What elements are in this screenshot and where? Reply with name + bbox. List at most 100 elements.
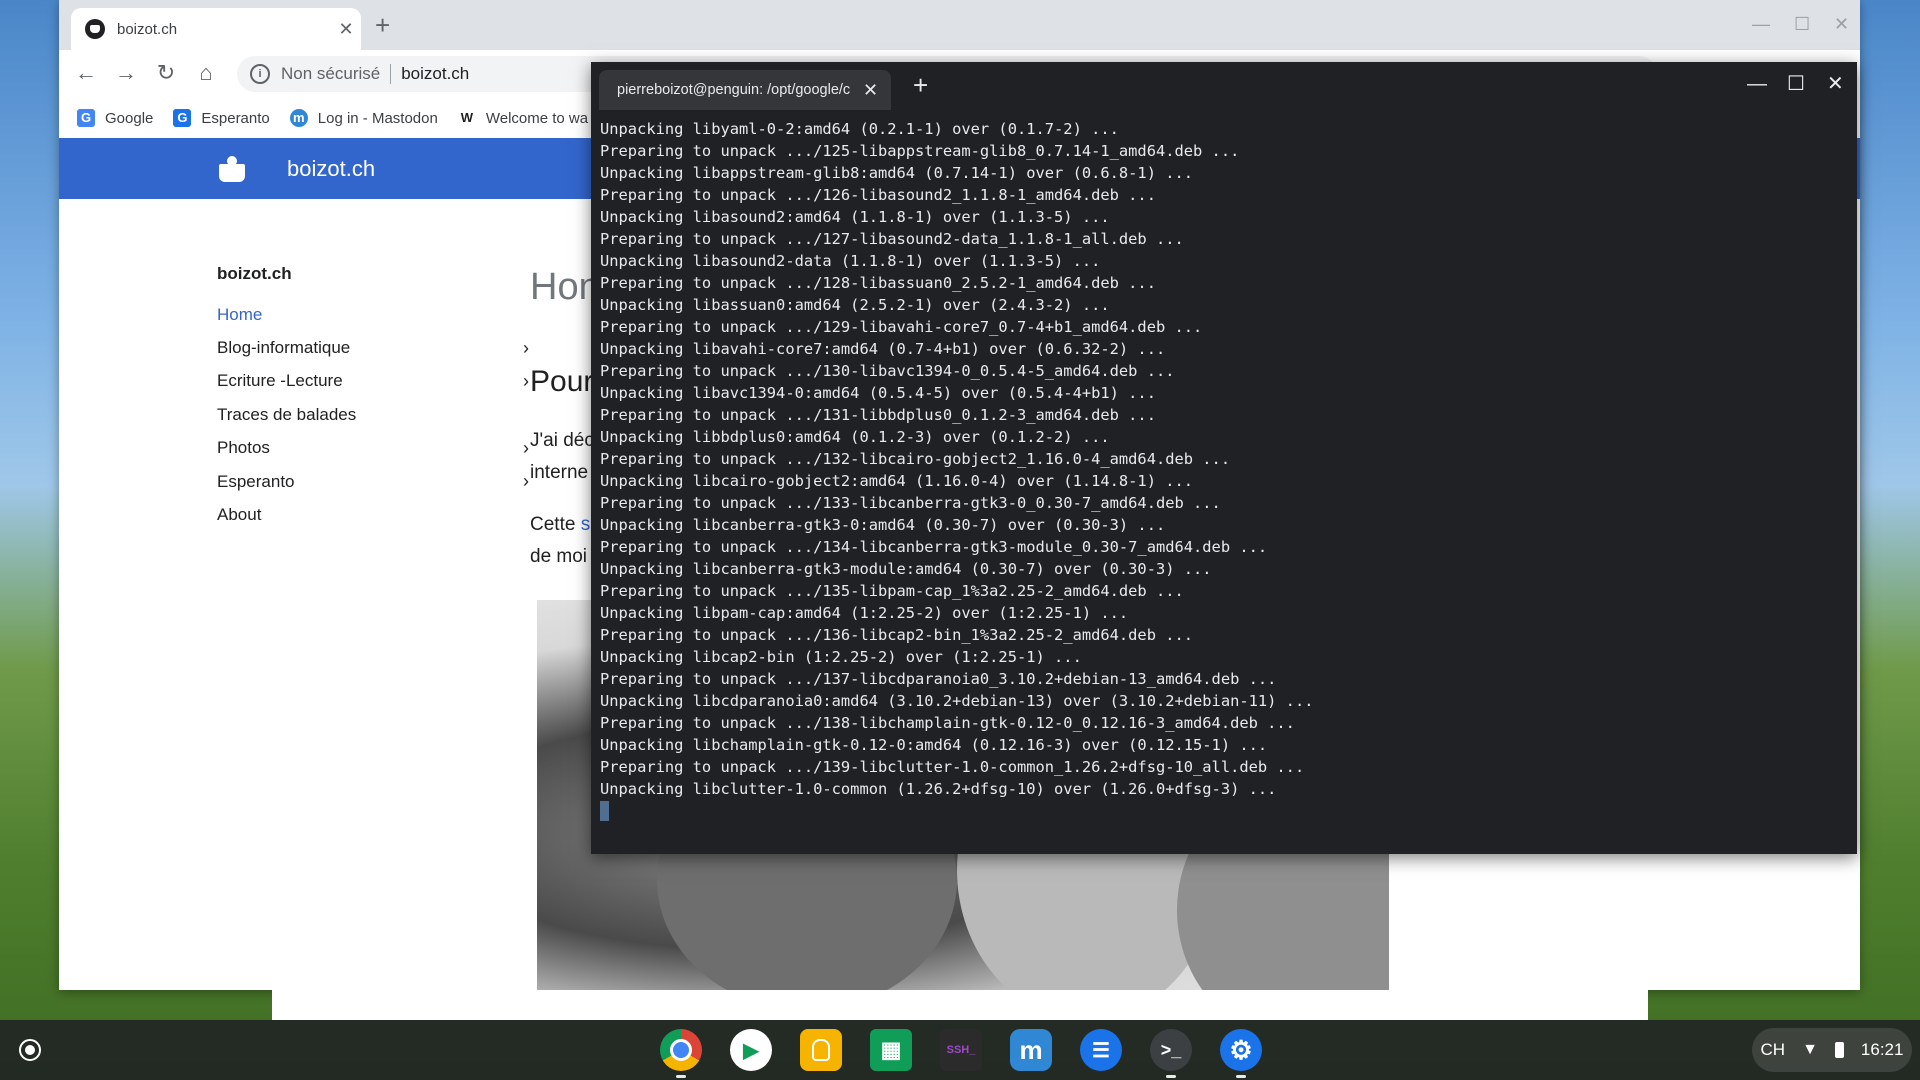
chrome-icon[interactable] [660, 1029, 702, 1078]
mastodon-icon: m [289, 109, 308, 127]
play-store-icon[interactable]: ▶ [730, 1029, 772, 1071]
section-heading: Pour [530, 365, 594, 398]
terminal-line: Preparing to unpack .../132-libcairo-gob… [600, 450, 1231, 468]
paragraph-line: J'ai déc [530, 430, 594, 451]
chrome-center [670, 1039, 692, 1061]
maximize-button[interactable]: ☐ [1794, 14, 1810, 34]
terminal-line: Unpacking libcanberra-gtk3-0:amd64 (0.30… [600, 516, 1166, 534]
bookmark-label: Log in - Mastodon [317, 109, 438, 127]
lightbulb-shape [812, 1039, 830, 1061]
site-logo-icon[interactable] [219, 156, 245, 182]
bookmark-esperanto[interactable]: G Esperanto [173, 109, 270, 127]
terminal-line: Unpacking libyaml-0-2:amd64 (0.2.1-1) ov… [600, 120, 1119, 138]
terminal-line: Unpacking libassuan0:amd64 (2.5.2-1) ove… [600, 296, 1110, 314]
terminal-line: Unpacking libclutter-1.0-common (1.26.2+… [600, 780, 1277, 798]
messages-icon[interactable]: ☰ [1080, 1029, 1122, 1071]
terminal-line: Unpacking libavc1394-0:amd64 (0.5.4-5) o… [600, 384, 1156, 402]
sidebar-item-label: Esperanto [217, 471, 295, 491]
chevron-right-icon[interactable]: › [523, 438, 529, 459]
sidebar-item-about[interactable]: About [217, 498, 537, 531]
forward-button[interactable]: → [111, 60, 141, 86]
url-text[interactable]: boizot.ch [401, 64, 469, 84]
page-title: Hon [530, 266, 600, 308]
launcher-button[interactable] [19, 1039, 41, 1061]
terminal-lines: Unpacking libyaml-0-2:amd64 (0.2.1-1) ov… [600, 118, 1313, 822]
terminal-line: Unpacking libcanberra-gtk3-module:amd64 … [600, 560, 1212, 578]
sidebar-item-traces-de-balades[interactable]: Traces de balades [217, 398, 537, 431]
sidebar-item-home[interactable]: Home [217, 298, 537, 331]
terminal-minimize-button[interactable]: — [1747, 74, 1767, 94]
new-tab-button[interactable]: + [375, 12, 390, 38]
tab-close-icon[interactable]: ✕ [331, 19, 361, 40]
clock: 16:21 [1860, 1040, 1904, 1059]
bookmark-google[interactable]: G Google [77, 109, 153, 127]
sidebar-item-blog-informatique[interactable]: Blog-informatique › [217, 331, 537, 364]
close-icon[interactable]: ✕ [863, 80, 878, 101]
terminal-line: Unpacking libcairo-gobject2:amd64 (1.16.… [600, 472, 1194, 490]
terminal-tab[interactable]: pierreboizot@penguin: /opt/google/c ✕ [599, 70, 891, 110]
tab-boizot[interactable]: boizot.ch ✕ [71, 8, 361, 50]
terminal-line: Unpacking libchamplain-gtk-0.12-0:amd64 … [600, 736, 1268, 754]
mastodon-icon[interactable]: m [1010, 1029, 1052, 1071]
site-favicon-icon [85, 19, 105, 39]
paragraph-line: interne [530, 462, 589, 483]
terminal-line: Preparing to unpack .../134-libcanberra-… [600, 538, 1268, 556]
status-tray[interactable]: CH ▼ 16:21 [1752, 1028, 1912, 1072]
terminal-line: Unpacking libcdparanoia0:amd64 (3.10.2+d… [600, 692, 1314, 710]
translate-icon: G [173, 109, 192, 127]
bookmark-welcome[interactable]: W Welcome to wa [457, 109, 588, 127]
keep-icon[interactable] [800, 1029, 842, 1071]
content-link[interactable]: s [581, 514, 591, 535]
sidebar-item-label: Ecriture -Lecture [217, 371, 343, 391]
terminal-line: Unpacking libpam-cap:amd64 (1:2.25-2) ov… [600, 604, 1129, 622]
site-info-icon[interactable]: i [250, 64, 270, 84]
shelf: ▶ ▦ SSH_ m ☰ >_ ⚙ CH ▼ 16:21 [0, 1020, 1920, 1080]
terminal-maximize-button[interactable]: ☐ [1787, 74, 1805, 94]
home-button[interactable]: ⌂ [191, 60, 221, 86]
terminal-line: Preparing to unpack .../137-libcdparanoi… [600, 670, 1277, 688]
close-window-button[interactable]: ✕ [1834, 14, 1849, 34]
terminal-line: Preparing to unpack .../130-libavc1394-0… [600, 362, 1175, 380]
terminal-new-tab-button[interactable]: + [913, 72, 928, 98]
terminal-line: Unpacking libasound2-data (1.1.8-1) over… [600, 252, 1101, 270]
ssh-icon[interactable]: SSH_ [940, 1029, 982, 1071]
site-name[interactable]: boizot.ch [287, 156, 375, 182]
terminal-line: Unpacking libasound2:amd64 (1.1.8-1) ove… [600, 208, 1110, 226]
terminal-line: Unpacking libcap2-bin (1:2.25-2) over (1… [600, 648, 1082, 666]
terminal-icon[interactable]: >_ [1150, 1029, 1192, 1078]
terminal-line: Unpacking libavahi-core7:amd64 (0.7-4+b1… [600, 340, 1166, 358]
terminal-output[interactable]: Unpacking libyaml-0-2:amd64 (0.2.1-1) ov… [591, 110, 1857, 854]
terminal-window: pierreboizot@penguin: /opt/google/c ✕ + … [591, 62, 1857, 854]
bookmark-mastodon[interactable]: m Log in - Mastodon [289, 109, 438, 127]
back-button[interactable]: ← [71, 60, 101, 86]
terminal-line: Preparing to unpack .../127-libasound2-d… [600, 230, 1184, 248]
sidebar-item-label: Blog-informatique [217, 338, 351, 358]
sidebar-item-ecriture-lecture[interactable]: Ecriture -Lecture › [217, 365, 537, 398]
terminal-line: Preparing to unpack .../131-libbdplus0_0… [600, 406, 1156, 424]
site-sidebar: boizot.ch Home Blog-informatique › Ecrit… [217, 264, 537, 532]
chevron-right-icon[interactable]: › [523, 471, 529, 492]
settings-icon[interactable]: ⚙ [1220, 1029, 1262, 1078]
reload-button[interactable]: ↻ [151, 60, 181, 86]
terminal-close-button[interactable]: ✕ [1827, 74, 1844, 94]
sidebar-item-photos[interactable]: Photos › [217, 432, 537, 465]
chevron-right-icon[interactable]: › [523, 338, 529, 359]
terminal-line: Preparing to unpack .../135-libpam-cap_1… [600, 582, 1184, 600]
tab-strip: boizot.ch ✕ + — ☐ ✕ [59, 0, 1860, 50]
terminal-prompt-line[interactable] [600, 800, 1313, 822]
terminal-line: Preparing to unpack .../136-libcap2-bin_… [600, 626, 1194, 644]
tab-title: boizot.ch [117, 20, 178, 38]
terminal-cursor [600, 801, 609, 821]
terminal-line: Preparing to unpack .../138-libchamplain… [600, 714, 1295, 732]
sidebar-item-esperanto[interactable]: Esperanto › [217, 465, 537, 498]
paragraph-text: Cette [530, 514, 581, 535]
terminal-tab-title: pierreboizot@penguin: /opt/google/c [617, 82, 851, 98]
terminal-line: Preparing to unpack .../139-libclutter-1… [600, 758, 1305, 776]
sidebar-brand: boizot.ch [217, 264, 292, 283]
sheets-icon[interactable]: ▦ [870, 1029, 912, 1071]
terminal-line: Preparing to unpack .../129-libavahi-cor… [600, 318, 1203, 336]
bookmark-label: Google [105, 109, 154, 127]
bookmark-label: Esperanto [201, 109, 270, 127]
chevron-right-icon[interactable]: › [523, 371, 529, 392]
minimize-button[interactable]: — [1752, 14, 1770, 34]
